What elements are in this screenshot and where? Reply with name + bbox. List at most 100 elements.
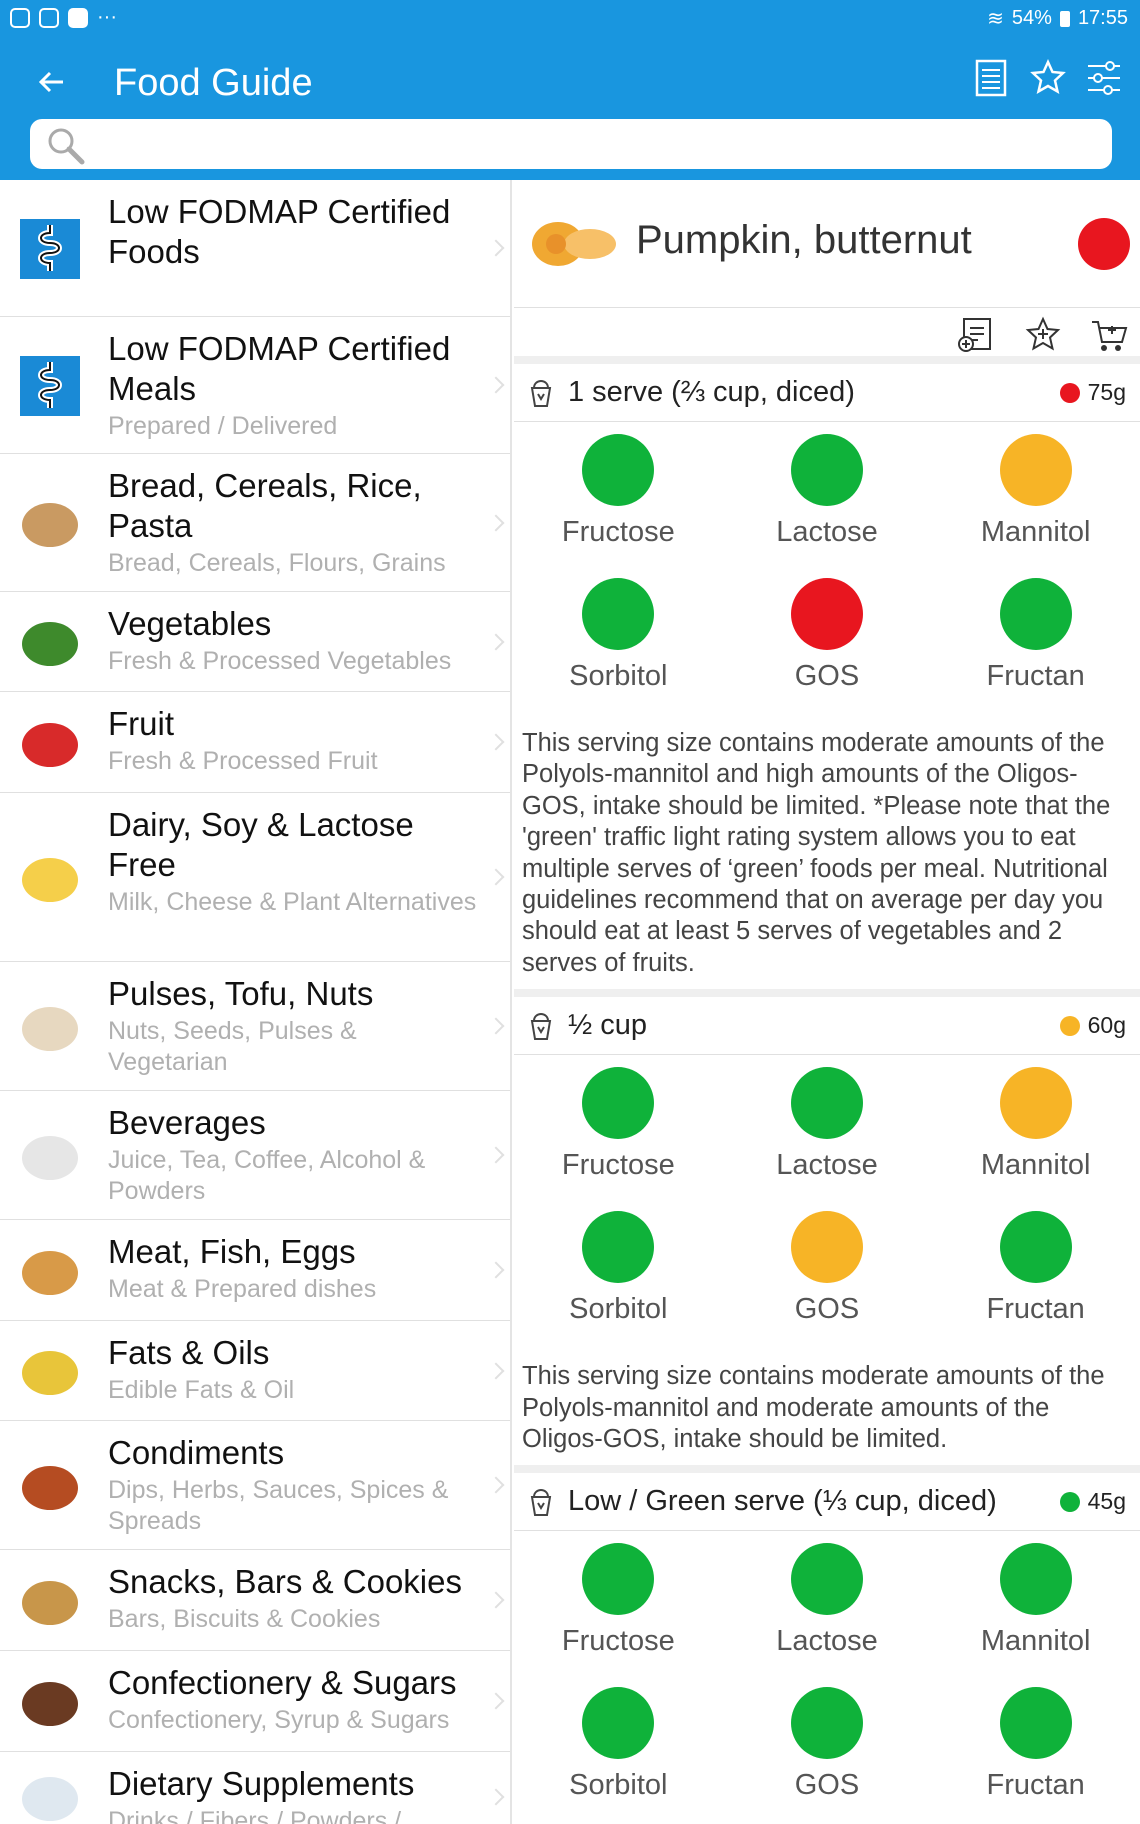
coffee-cup-icon (14, 1120, 86, 1192)
notes-icon[interactable] (974, 58, 1008, 98)
nutrient-grid: Fructose Lactose Mannitol Sorbitol GOS Fructa… (514, 422, 1140, 722)
favourite-star-icon[interactable] (1024, 316, 1062, 354)
traffic-light-dot (790, 1067, 863, 1140)
category-subtitle: Edible Fats & Oil (108, 1376, 295, 1404)
category-item[interactable]: Fats & Oils Edible Fats & Oil (0, 1321, 510, 1421)
category-item[interactable]: Meat, Fish, Eggs Meat & Prepared dishes (0, 1220, 510, 1321)
nutrient-name: Lactose (776, 1149, 878, 1182)
serve-header[interactable]: 1 serve (⅔ cup, diced) 75g (514, 364, 1140, 422)
category-subtitle: Bread, Cereals, Flours, Grains (108, 549, 446, 577)
category-item[interactable]: Beverages Juice, Tea, Coffee, Alcohol & … (0, 1091, 510, 1220)
category-name: Dairy, Soy & Lactose Free (108, 806, 414, 883)
supplement-icon (14, 1761, 86, 1824)
traffic-light-dot (582, 434, 655, 506)
category-item[interactable]: Low FODMAP Certified Foods (0, 180, 510, 317)
instagram-icon (10, 7, 30, 28)
food-name: Pumpkin, butternut (636, 218, 972, 262)
add-to-diary-icon[interactable] (958, 316, 996, 354)
tofu-bowl-icon (14, 991, 86, 1063)
category-list: Low FODMAP Certified Foods Low FODMAP Ce… (0, 180, 512, 1824)
serve-rating-dot (1059, 1015, 1080, 1036)
category-name: Pulses, Tofu, Nuts (108, 975, 374, 1012)
chevron-right-icon (487, 239, 505, 257)
nutrient-rating: Fructose (514, 1067, 723, 1211)
serving-size-icon (530, 1013, 552, 1041)
traffic-light-dot (790, 578, 863, 650)
traffic-light-dot (582, 1543, 655, 1616)
traffic-light-dot (790, 1687, 863, 1760)
traffic-light-dot (999, 1543, 1072, 1616)
butternut-pumpkin-icon (532, 222, 616, 266)
category-item[interactable]: Dietary Supplements Drinks / Fibers / Po… (0, 1752, 510, 1824)
nutrient-rating: Mannitol (931, 1067, 1140, 1211)
gut-logo-icon (14, 213, 86, 285)
category-item[interactable]: Low FODMAP Certified Meals Prepared / De… (0, 317, 510, 454)
nutrient-name: Fructan (986, 660, 1085, 692)
nutrient-rating: Fructan (931, 1687, 1140, 1824)
category-subtitle: Nuts, Seeds, Pulses & Vegetarian (108, 1017, 357, 1076)
serve-header[interactable]: Low / Green serve (⅓ cup, diced) 45g (514, 1473, 1140, 1532)
clock: 17:55 (1077, 7, 1128, 29)
category-name: Snacks, Bars & Cookies (108, 1563, 462, 1600)
category-subtitle: Fresh & Processed Fruit (108, 747, 378, 775)
nutrient-name: Fructan (986, 1293, 1085, 1326)
serve-rating-dot (1059, 1491, 1080, 1512)
nutrient-name: Mannitol (980, 1625, 1091, 1658)
nutrient-name: Fructose (561, 516, 675, 548)
category-name: Dietary Supplements (108, 1765, 415, 1802)
category-name: Meat, Fish, Eggs (108, 1233, 356, 1270)
chevron-right-icon (487, 1017, 505, 1035)
snack-bar-icon (14, 1565, 86, 1637)
category-item[interactable]: Vegetables Fresh & Processed Vegetables (0, 592, 510, 692)
category-name: Low FODMAP Certified Meals (108, 330, 451, 407)
category-subtitle: Bars, Biscuits & Cookies (108, 1605, 381, 1633)
serve-rating-dot (1059, 382, 1080, 403)
page-title: Food Guide (114, 62, 313, 104)
traffic-light-dot (582, 1067, 655, 1140)
nutrient-name: Mannitol (980, 1149, 1091, 1182)
add-to-cart-icon[interactable] (1090, 316, 1128, 354)
nutrient-rating: Sorbitol (514, 578, 723, 722)
category-item[interactable]: Bread, Cereals, Rice, Pasta Bread, Cerea… (0, 454, 510, 592)
battery-percent: 54% (1011, 7, 1052, 29)
cheese-icon (14, 842, 86, 914)
star-icon[interactable] (1030, 58, 1066, 98)
chevron-right-icon (487, 1261, 505, 1279)
chevron-right-icon (487, 1692, 505, 1710)
chocolate-icon (14, 1666, 86, 1738)
category-item[interactable]: Snacks, Bars & Cookies Bars, Biscuits & … (0, 1550, 510, 1651)
category-item[interactable]: Fruit Fresh & Processed Fruit (0, 692, 510, 793)
serve-weight: 60g (1087, 1012, 1126, 1039)
serve-header[interactable]: ½ cup 60g (514, 997, 1140, 1056)
category-name: Confectionery & Sugars (108, 1664, 457, 1701)
chevron-right-icon (487, 633, 505, 650)
chevron-right-icon (487, 1788, 505, 1805)
traffic-light-dot (582, 578, 655, 650)
category-item[interactable]: Pulses, Tofu, Nuts Nuts, Seeds, Pulses &… (0, 962, 510, 1091)
traffic-light-dot (999, 1067, 1072, 1140)
more-notifications-icon: ··· (97, 6, 117, 28)
category-item[interactable]: Dairy, Soy & Lactose Free Milk, Cheese &… (0, 793, 510, 962)
food-actions (514, 308, 1140, 364)
nutrient-rating: Lactose (723, 1543, 932, 1687)
traffic-light-dot (790, 1211, 863, 1284)
overall-rating-dot (1078, 218, 1130, 270)
category-item[interactable]: Condiments Dips, Herbs, Sauces, Spices &… (0, 1421, 510, 1550)
serve-label: ½ cup (568, 1009, 647, 1042)
category-item[interactable]: Confectionery & Sugars Confectionery, Sy… (0, 1651, 510, 1752)
back-arrow-icon[interactable] (30, 52, 74, 112)
category-name: Fruit (108, 705, 174, 742)
battery-icon (1059, 10, 1070, 27)
nutrient-rating: Sorbitol (514, 1211, 723, 1355)
category-subtitle: Prepared / Delivered (108, 412, 338, 440)
nutrient-name: Fructose (561, 1149, 675, 1182)
serving-size-icon (530, 379, 552, 407)
category-subtitle: Dips, Herbs, Sauces, Spices & Spreads (108, 1476, 449, 1535)
toolbar: Food Guide (0, 52, 1140, 112)
search-input[interactable] (30, 119, 1112, 169)
nutrient-name: Sorbitol (569, 1293, 668, 1326)
category-subtitle: Milk, Cheese & Plant Alternatives (108, 888, 477, 916)
nutrient-rating: Fructose (514, 1543, 723, 1687)
nutrient-rating: Fructose (514, 434, 723, 578)
filter-sliders-icon[interactable] (1086, 58, 1120, 98)
